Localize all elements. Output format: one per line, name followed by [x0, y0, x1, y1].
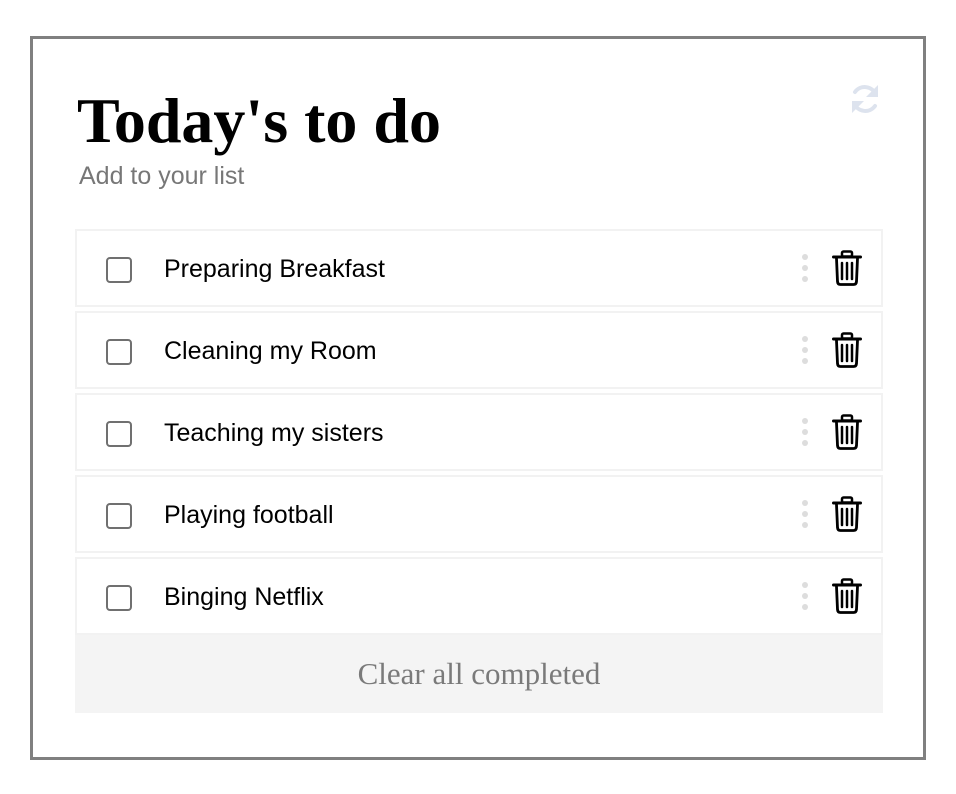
- drag-handle-icon[interactable]: [801, 417, 809, 447]
- trash-icon[interactable]: [832, 332, 862, 368]
- todo-item: Preparing Breakfast: [75, 229, 883, 307]
- trash-icon[interactable]: [832, 578, 862, 614]
- todo-label: Teaching my sisters: [164, 419, 384, 447]
- todo-item: Cleaning my Room: [75, 311, 883, 389]
- page-subtitle: Add to your list: [79, 162, 245, 190]
- trash-icon[interactable]: [832, 414, 862, 450]
- todo-checkbox[interactable]: [106, 339, 132, 365]
- trash-icon[interactable]: [832, 250, 862, 286]
- todo-item: Teaching my sisters: [75, 393, 883, 471]
- todo-checkbox[interactable]: [106, 585, 132, 611]
- todo-item: Playing football: [75, 475, 883, 553]
- page-title: Today's to do: [77, 85, 441, 156]
- todo-checkbox[interactable]: [106, 257, 132, 283]
- trash-icon[interactable]: [832, 496, 862, 532]
- drag-handle-icon[interactable]: [801, 581, 809, 611]
- todo-checkbox[interactable]: [106, 421, 132, 447]
- drag-handle-icon[interactable]: [801, 335, 809, 365]
- todo-label: Cleaning my Room: [164, 337, 377, 365]
- drag-handle-icon[interactable]: [801, 253, 809, 283]
- todo-checkbox[interactable]: [106, 503, 132, 529]
- todo-label: Preparing Breakfast: [164, 255, 385, 283]
- todo-label: Playing football: [164, 501, 334, 529]
- todo-item: Binging Netflix: [75, 557, 883, 635]
- refresh-icon[interactable]: [847, 81, 883, 117]
- todo-label: Binging Netflix: [164, 583, 324, 611]
- todo-list: Preparing Breakfast Cleaning my Room Tea…: [75, 229, 883, 713]
- clear-completed-button[interactable]: Clear all completed: [75, 635, 883, 713]
- drag-handle-icon[interactable]: [801, 499, 809, 529]
- todo-card: Today's to do Add to your list Preparing…: [30, 36, 926, 760]
